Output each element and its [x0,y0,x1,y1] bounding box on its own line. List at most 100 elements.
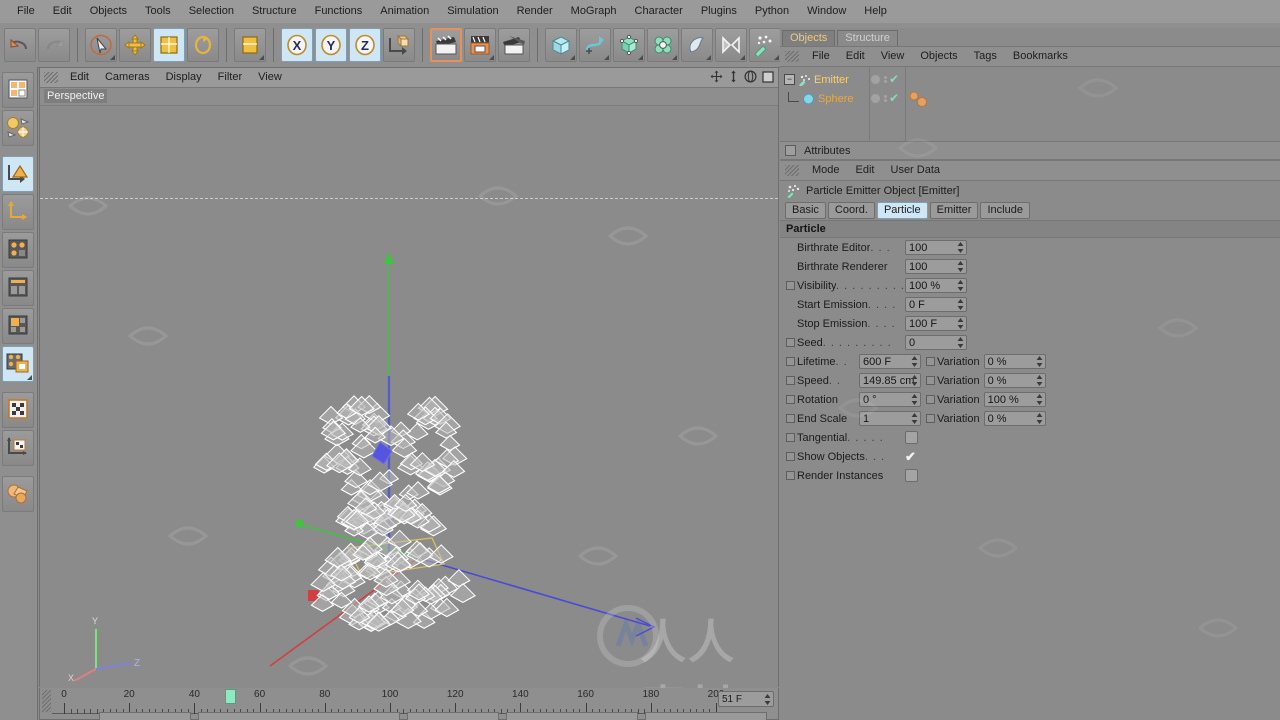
uv-axis-mode-button[interactable] [2,430,34,466]
param-toggle[interactable] [905,431,918,444]
enabled-check-icon[interactable]: ✔ [889,73,899,85]
particle-emitter-button[interactable] [749,28,781,62]
variation-checkbox[interactable] [926,395,935,404]
dropdown-corner-icon[interactable] [259,55,264,60]
menu-item-simulation[interactable]: Simulation [438,0,507,23]
attributes-menu-user-data[interactable]: User Data [883,161,949,180]
panel-tab-structure[interactable]: Structure [837,30,898,46]
param-checkbox[interactable] [786,376,795,385]
variation-spinner-icon[interactable] [1036,374,1043,390]
variation-value-field[interactable]: 0 % [983,373,1046,390]
objects-menu-objects[interactable]: Objects [912,47,965,66]
menu-item-tools[interactable]: Tools [136,0,180,23]
world-object-coordinate-button[interactable] [383,28,415,62]
playback-box-5[interactable] [645,712,768,720]
timeline-grip[interactable] [42,690,51,712]
spline-button[interactable] [579,28,611,62]
dropdown-corner-icon[interactable] [110,55,115,60]
viewport-menu-view[interactable]: View [250,68,290,87]
object-axis-button[interactable] [234,28,266,62]
menu-item-render[interactable]: Render [508,0,562,23]
playback-box-4[interactable] [506,712,639,720]
object-row-emitter[interactable]: − Emitter [784,70,869,89]
dolly-icon[interactable] [728,70,739,86]
param-spinner-icon[interactable] [911,355,918,371]
attr-tab-emitter[interactable]: Emitter [929,202,979,219]
dropdown-corner-icon[interactable] [604,55,609,60]
param-value-field[interactable]: 0 ° [859,392,921,407]
layout-manager-button[interactable] [2,72,34,108]
dropdown-corner-icon[interactable] [672,55,677,60]
playback-box-3[interactable] [407,712,500,720]
object-manager[interactable]: − Emitter Sphere ✔ ✔ [780,67,1280,141]
menu-item-selection[interactable]: Selection [180,0,243,23]
visibility-row-sphere[interactable]: ✔ [870,89,905,108]
texture-axis-button[interactable] [2,392,34,428]
attributes-menu-grip[interactable] [785,165,799,176]
variation-checkbox[interactable] [926,376,935,385]
param-spinner-icon[interactable] [911,374,918,390]
param-checkbox[interactable] [786,452,795,461]
menu-item-python[interactable]: Python [746,0,798,23]
scale-tool-button[interactable] [153,28,185,62]
objects-menu-file[interactable]: File [804,47,838,66]
polygon-mode-button[interactable] [2,308,34,344]
dropdown-corner-icon[interactable] [570,55,575,60]
dropdown-corner-icon[interactable] [489,55,494,60]
current-frame-field[interactable]: 51 F [718,691,774,707]
menu-item-mograph[interactable]: MoGraph [562,0,626,23]
attributes-collapse-icon[interactable] [785,145,796,156]
enable-axis-modification-button[interactable] [2,476,34,512]
variation-value-field[interactable]: 0 % [983,411,1046,426]
attr-tab-basic[interactable]: Basic [785,202,826,219]
objects-menu-view[interactable]: View [873,47,913,66]
panel-tab-objects[interactable]: Objects [782,30,836,46]
dropdown-corner-icon[interactable] [27,375,32,380]
generator-nurbs-button[interactable] [613,28,645,62]
param-checkbox[interactable] [786,414,795,423]
attributes-menu-edit[interactable]: Edit [848,161,883,180]
object-axis-mode-button[interactable] [2,194,34,230]
param-value-field[interactable]: 1 [859,411,921,426]
menu-item-edit[interactable]: Edit [44,0,81,23]
frame-spinner-icon[interactable] [764,693,771,709]
variation-spinner-icon[interactable] [1036,355,1043,371]
param-checkbox[interactable] [786,357,795,366]
viewport-canvas[interactable]: Y X Z 人人素材 [40,106,778,688]
edge-mode-button[interactable] [2,270,34,306]
undo-button[interactable] [4,28,36,62]
playback-box-2[interactable] [198,712,401,720]
deformer-button[interactable] [647,28,679,62]
param-spinner-icon[interactable] [957,298,964,314]
model-mode-button[interactable] [2,156,34,192]
render-settings-button[interactable] [498,28,530,62]
object-name-emitter[interactable]: Emitter [814,74,849,86]
variation-value-field[interactable]: 0 % [983,354,1046,371]
camera-light-button[interactable] [715,28,747,62]
material-tag-icon[interactable] [906,91,932,107]
object-visibility-column[interactable]: ✔ ✔ [870,67,906,141]
visibility-dots-icon[interactable] [884,94,887,103]
object-row-sphere[interactable]: Sphere [784,89,869,108]
dropdown-corner-icon[interactable] [774,55,779,60]
variation-value-field[interactable]: 100 % [983,392,1046,409]
visibility-dots-icon[interactable] [884,75,887,84]
param-value-field[interactable]: 100 % [905,278,967,293]
param-value-field[interactable]: 100 [905,259,967,274]
move-tool-button[interactable] [119,28,151,62]
param-value-field[interactable]: 149.85 cm [859,373,921,388]
timeline-playhead[interactable] [225,689,237,704]
render-region-button[interactable] [464,28,496,62]
menu-item-help[interactable]: Help [855,0,896,23]
attributes-menu-mode[interactable]: Mode [804,161,848,180]
variation-spinner-icon[interactable] [1036,393,1043,409]
axis-y-lock-button[interactable]: Y [315,28,347,62]
maximize-icon[interactable] [762,70,774,86]
point-mode-button[interactable] [2,232,34,268]
menu-item-objects[interactable]: Objects [81,0,136,23]
render-material-button[interactable] [2,110,34,146]
variation-checkbox[interactable] [926,357,935,366]
scene-environment-button[interactable] [681,28,713,62]
render-view-button[interactable] [430,28,462,62]
dropdown-corner-icon[interactable] [706,55,711,60]
